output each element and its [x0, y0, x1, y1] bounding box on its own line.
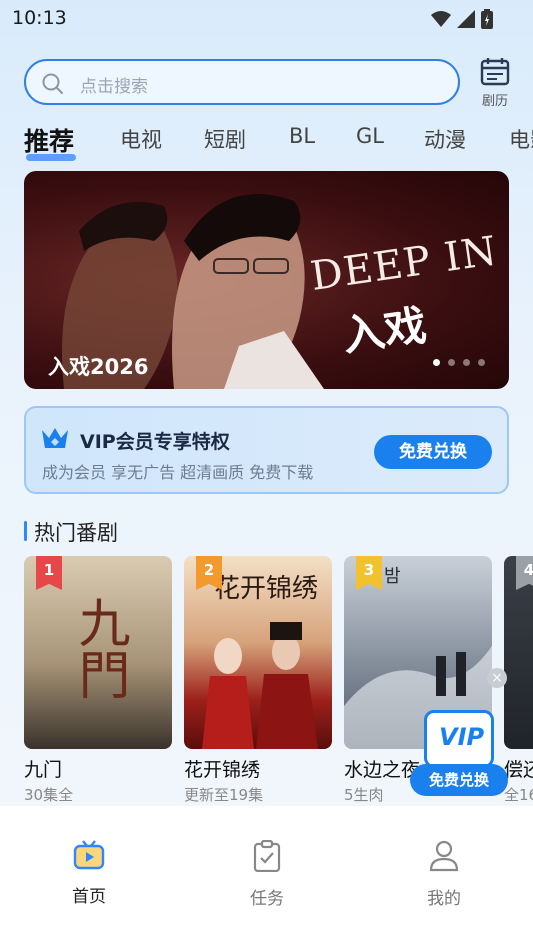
category-tabs: 推荐 电视 短剧 BL GL 动漫 电影	[0, 120, 533, 166]
drama-title: 花开锦绣	[184, 759, 261, 781]
floating-redeem-button[interactable]: 免费兑换	[410, 764, 508, 796]
vip-title: VIP会员专享特权	[80, 431, 230, 453]
tab-recommend[interactable]: 推荐	[24, 122, 74, 158]
nav-home-label: 首页	[72, 887, 106, 907]
user-icon	[429, 840, 459, 872]
floating-vip-text: VIP	[439, 723, 485, 751]
clock: 10:13	[12, 7, 67, 29]
section-accent-bar	[24, 521, 27, 541]
rank-badge: 4	[516, 556, 533, 590]
carousel-dot[interactable]	[433, 359, 440, 366]
status-bar: 10:13	[0, 0, 533, 36]
carousel-dots	[433, 359, 485, 366]
drama-poster: 花开锦绣 2	[184, 556, 332, 749]
rank-badge: 1	[36, 556, 62, 590]
status-icons	[431, 9, 493, 29]
nav-profile[interactable]: 我的	[399, 840, 489, 909]
bottom-nav: 首页 任务 我的	[0, 806, 533, 948]
carousel-dot[interactable]	[463, 359, 470, 366]
calendar-label: 剧历	[481, 94, 508, 109]
drama-poster: 4	[504, 556, 533, 749]
search-icon	[42, 73, 63, 94]
tab-movie[interactable]: 电影	[509, 124, 533, 154]
nav-tasks[interactable]: 任务	[222, 839, 312, 909]
nav-home[interactable]: 首页	[44, 840, 134, 907]
carousel-dot[interactable]	[478, 359, 485, 366]
banner-title: 入戏2026	[48, 355, 149, 379]
nav-tasks-label: 任务	[250, 889, 284, 909]
drama-episodes: 全16集	[504, 786, 533, 804]
vip-subtitle: 成为会员 享无广告 超清画质 免费下载	[42, 463, 314, 482]
vip-promo-card[interactable]: VIP会员专享特权 成为会员 享无广告 超清画质 免费下载 免费兑换	[24, 406, 509, 494]
floating-close-button[interactable]: ×	[487, 668, 507, 688]
wifi-icon	[431, 11, 451, 27]
vip-redeem-button[interactable]: 免费兑换	[374, 435, 492, 469]
poster-art-text: 九門	[69, 596, 129, 700]
tab-short-drama[interactable]: 短剧	[204, 124, 246, 154]
drama-card[interactable]: 花开锦绣 2 花开锦绣 更新至19集	[184, 556, 332, 804]
drama-poster: 九門 1	[24, 556, 172, 749]
tab-bl[interactable]: BL	[289, 124, 315, 148]
tv-home-icon	[73, 840, 105, 870]
drama-episodes: 更新至19集	[184, 786, 264, 804]
calendar-button[interactable]: 剧历	[474, 58, 516, 109]
tab-tv[interactable]: 电视	[120, 124, 162, 154]
drama-title: 偿还	[504, 759, 533, 781]
carousel-dot[interactable]	[448, 359, 455, 366]
search-input[interactable]: 点击搜索	[24, 59, 460, 105]
drama-episodes: 30集全	[24, 786, 74, 804]
search-placeholder: 点击搜索	[80, 77, 148, 97]
floating-vip-ticket[interactable]: VIP	[424, 710, 494, 768]
section-title: 热门番剧	[34, 521, 118, 545]
battery-icon	[481, 9, 493, 29]
hero-banner[interactable]: DEEP IN 入戏 入戏2026	[24, 171, 509, 389]
tab-anime[interactable]: 动漫	[424, 124, 466, 154]
drama-card[interactable]: 九門 1 九门 30集全	[24, 556, 172, 804]
banner-art-chinese: 入戏	[339, 300, 430, 361]
crown-icon	[42, 428, 68, 448]
tab-gl[interactable]: GL	[356, 124, 384, 148]
calendar-icon	[480, 58, 510, 86]
nav-profile-label: 我的	[427, 889, 461, 909]
clipboard-icon	[253, 839, 281, 873]
signal-icon	[457, 10, 475, 28]
drama-title: 九门	[24, 759, 63, 781]
drama-card[interactable]: 4 偿还 全16集	[504, 556, 533, 804]
